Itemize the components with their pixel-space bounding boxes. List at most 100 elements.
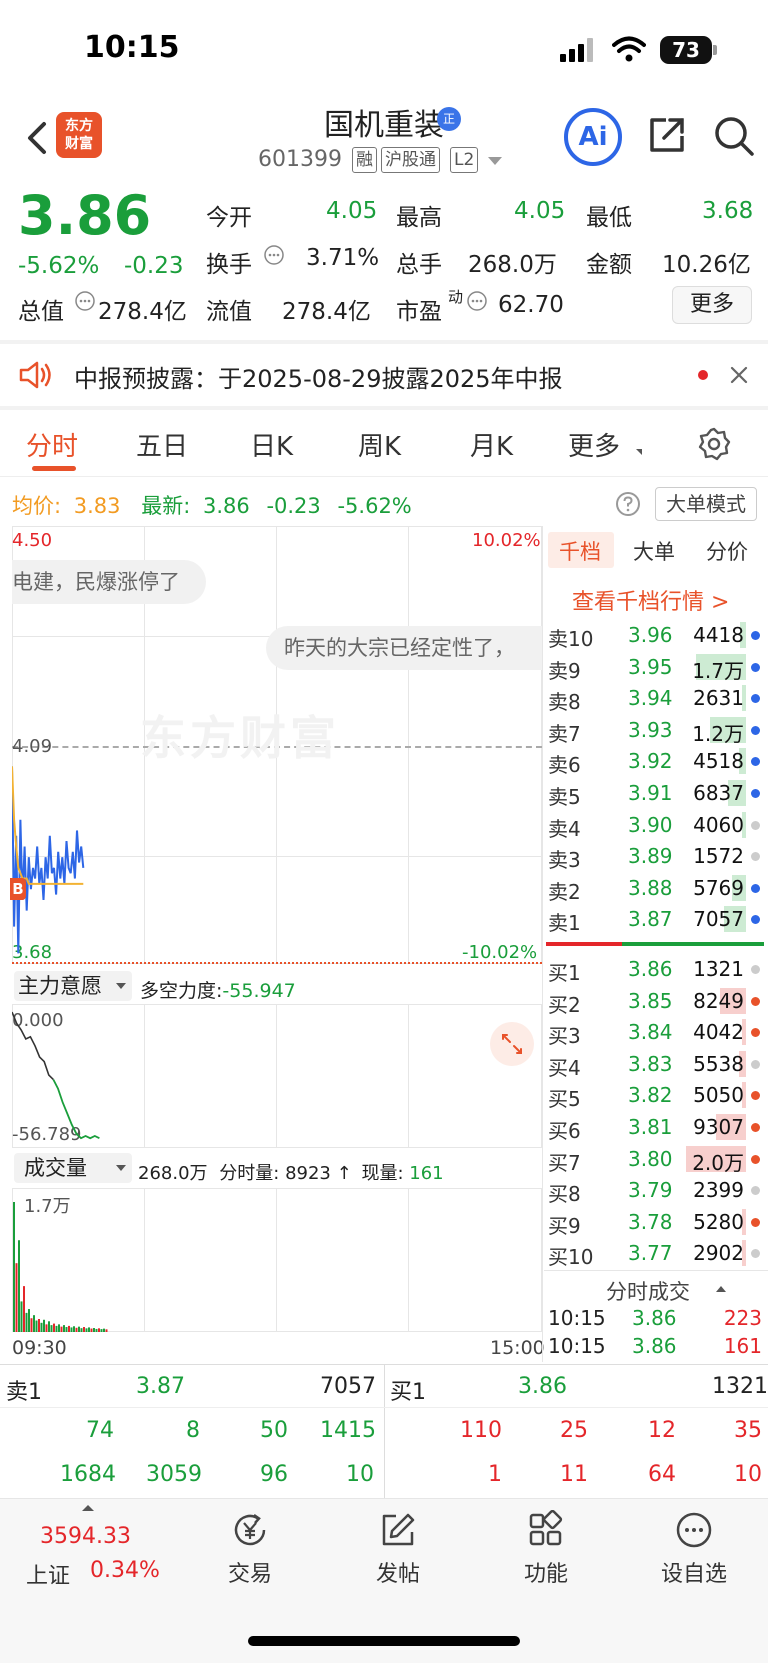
bid-row[interactable]: 买3 3.84 4042 [544,1017,764,1048]
status-dot [751,725,760,735]
bid-row[interactable]: 买6 3.81 9307 [544,1112,764,1143]
indicator-dropdown[interactable]: 主力意愿 [14,971,132,1001]
row-label: 买3 [548,1024,581,1049]
current-price: 3.86 [18,184,152,247]
big-order-mode-button[interactable]: 大单模式 [655,487,757,521]
ask-row[interactable]: 卖5 3.91 6837 [544,778,764,809]
ask-row[interactable]: 卖9 3.95 1.7万 [544,652,764,683]
ob-tab-fenjia[interactable]: 分价 [706,536,748,566]
bid-row[interactable]: 买1 3.86 1321 [544,954,764,985]
info-dots-icon[interactable] [263,244,285,266]
ai-button[interactable]: Ai [564,108,622,166]
volume-plot [13,1202,108,1332]
post-icon[interactable] [378,1510,418,1550]
ask-row[interactable]: 卖6 3.92 4518 [544,746,764,777]
ask-row[interactable]: 卖8 3.94 2631 [544,683,764,714]
ask-row[interactable]: 卖1 3.87 7057 [544,904,764,935]
avg-price-label: 均价: [12,494,62,518]
status-dot [751,820,760,830]
row-label: 卖9 [548,658,581,683]
avg-price-value: 3.83 [73,494,121,518]
expand-chart-button[interactable] [490,1022,534,1066]
notice-bar[interactable]: 中报预披露：于2025-08-29披露2025年中报 [0,344,768,406]
tab-monthly-k[interactable]: 月K [470,426,513,463]
ask-row[interactable]: 卖4 3.90 4060 [544,810,764,841]
price-line [12,766,85,954]
view-qiandang-link[interactable]: 查看千档行情 > [572,584,729,616]
settings-gear-icon[interactable] [696,426,732,462]
bid-row[interactable]: 买10 3.77 2902 [544,1238,764,1269]
ob-tab-qiandang[interactable]: 千档 [559,536,601,566]
tab-daily-k[interactable]: 日K [250,426,293,463]
tab-intraday[interactable]: 分时 [26,426,78,463]
ask-row[interactable]: 卖2 3.88 5769 [544,873,764,904]
bottom-buy1-price: 3.86 [518,1374,567,1399]
up-arrow-icon: ↑ [336,1163,352,1184]
share-icon[interactable] [646,114,688,156]
help-icon[interactable] [614,490,642,518]
bottom-sell1-label: 卖1 [6,1380,42,1405]
trade-icon[interactable] [230,1510,270,1550]
tab-weekly-k[interactable]: 周K [358,426,401,463]
row-price: 3.85 [628,988,673,1013]
sell-queue-cell: 10 [346,1462,374,1487]
search-icon[interactable] [712,114,756,158]
bid-row[interactable]: 买8 3.79 2399 [544,1175,764,1206]
buy-queue-cell: 110 [460,1418,502,1443]
volume-bar [80,1328,83,1332]
index-value[interactable]: 3594.33 [40,1524,131,1549]
function-grid-icon[interactable] [526,1510,566,1550]
ask-row[interactable]: 卖7 3.93 1.2万 [544,715,764,746]
bid-row[interactable]: 买2 3.85 8249 [544,986,764,1017]
more-dots-icon[interactable] [674,1510,714,1550]
buy-marker: B [10,878,26,900]
stat-volume-value: 268.0万 [468,252,557,278]
row-label: 卖7 [548,721,581,746]
bid-row[interactable]: 买9 3.78 5280 [544,1207,764,1238]
tab-5day[interactable]: 五日 [136,426,188,463]
info-dots-icon[interactable] [74,290,96,312]
tabbar-post[interactable]: 发帖 [358,1556,438,1588]
tabbar-function[interactable]: 功能 [506,1556,586,1588]
ask-row[interactable]: 卖3 3.89 1572 [544,841,764,872]
volume-total: 268.0万 [138,1163,208,1184]
ob-tab-dadan[interactable]: 大单 [633,536,675,566]
index-name[interactable]: 上证 [26,1558,70,1590]
trade-price: 3.86 [632,1334,677,1358]
volume-bar [43,1319,45,1332]
info-dots-icon[interactable] [466,290,488,312]
ask-row[interactable]: 卖10 3.96 4418 [544,620,764,651]
tag-hugutong: 沪股通 [381,147,440,173]
stock-switch-caret-icon[interactable] [488,157,502,165]
trade-volume: 161 [723,1334,762,1358]
volume-dropdown[interactable]: 成交量 [14,1153,132,1183]
status-dot [751,1028,760,1038]
sell-queue-cell: 50 [260,1418,288,1443]
battery-nub [713,45,717,55]
row-label: 卖8 [548,690,581,715]
row-volume: 1.2万 [692,721,744,746]
index-caret-icon [82,1505,94,1511]
tabbar-custom[interactable]: 设自选 [654,1556,734,1588]
bid-row[interactable]: 买7 3.80 2.0万 [544,1144,764,1175]
close-icon[interactable] [730,366,748,384]
bid-row[interactable]: 买5 3.82 5050 [544,1080,764,1111]
tab-more[interactable]: 更多 [568,426,620,463]
index-pct[interactable]: 0.34% [90,1558,160,1583]
row-volume: 6837 [693,781,744,805]
trades-header[interactable]: 分时成交 [606,1276,690,1306]
volume-bar [45,1324,48,1332]
status-dot [751,996,760,1006]
tabbar-trade[interactable]: 交易 [210,1556,290,1588]
volume-bar [15,1263,18,1332]
row-volume: 2.0万 [692,1150,744,1175]
indicator-desc-value: -55.947 [222,980,296,1002]
volume-bar [90,1328,93,1332]
volume-bar [48,1321,50,1332]
row-label: 买7 [548,1150,581,1175]
row-label: 买2 [548,992,581,1017]
stat-volume-label: 总手 [396,252,442,278]
more-stats-button[interactable]: 更多 [672,286,752,324]
bid-row[interactable]: 买4 3.83 5538 [544,1049,764,1080]
stat-mktcap-label: 总值 [18,299,64,325]
